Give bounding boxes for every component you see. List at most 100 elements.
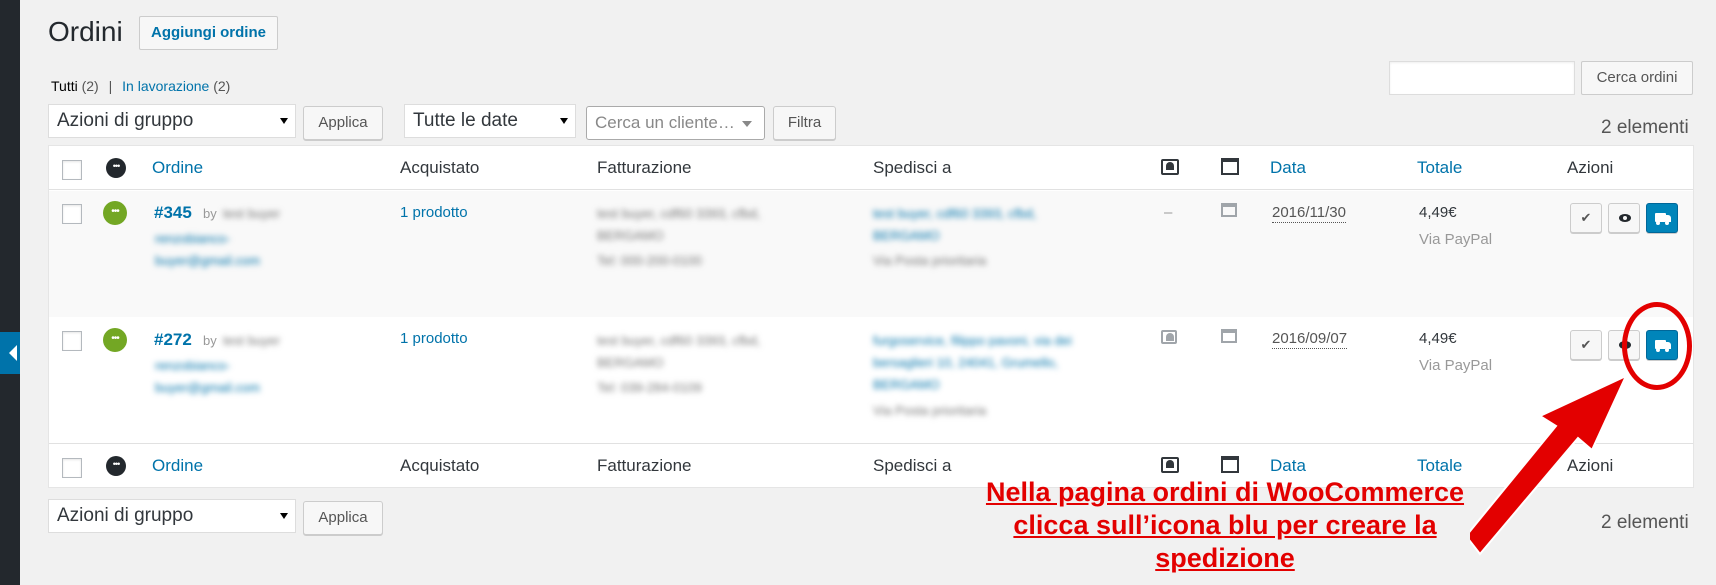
table-header: Ordine Acquistato Fatturazione Spedisci … [49,146,1693,190]
filter-processing-count: (2) [213,78,231,94]
column-billing: Fatturazione [597,158,692,177]
customer-notes-icon [1161,457,1179,473]
chevron-down-icon [742,121,752,127]
order-customer-name: test buyer [223,333,281,348]
column-purchased: Acquistato [400,158,480,177]
order-notes-icon [1221,158,1239,175]
order-date: 2016/11/30 [1272,204,1346,223]
red-arrow-icon [1470,373,1629,556]
filter-processing[interactable]: In lavorazione [122,78,209,94]
filter-all[interactable]: Tutti [51,78,78,94]
items-count-top: 2 elementi [1601,117,1689,138]
row-checkbox[interactable] [62,204,82,224]
bulk-actions-select-bottom[interactable]: Azioni di gruppo [48,499,296,533]
column-ship-to: Spedisci a [873,158,952,177]
purchased-link[interactable]: 1 prodotto [400,204,468,221]
date-filter-select[interactable]: Tutte le date [404,104,576,138]
filter-button[interactable]: Filtra [773,106,836,140]
annotation-line-2: clicca sull’icona blu per creare la [1013,510,1437,540]
select-all-checkbox-bottom[interactable] [62,458,82,478]
billing-address: test buyer, cdf60 3393, cfbd, [597,206,761,221]
view-button[interactable] [1608,203,1640,233]
order-number-link[interactable]: #272 [154,330,192,350]
purchased-link[interactable]: 1 prodotto [400,330,468,347]
add-order-button[interactable]: Aggiungi ordine [139,16,278,50]
orders-table: Ordine Acquistato Fatturazione Spedisci … [48,145,1694,488]
shipping-method: Via Posta prioritaria [873,253,987,268]
order-customer-email[interactable]: renzobianco- [155,358,230,373]
customer-notes-empty: – [1164,204,1173,221]
annotation-line-1: Nella pagina ordini di WooCommerce [985,477,1465,507]
collapse-menu-button[interactable] [0,332,20,374]
payment-method: Via PayPal [1419,231,1493,248]
check-icon: ✔ [1580,337,1592,352]
more-dots-icon [106,456,126,476]
create-shipment-button[interactable] [1646,203,1678,233]
billing-city: BERGAMO [597,228,664,243]
order-by-label: by [203,333,217,348]
customer-search-placeholder: Cerca un cliente… [595,113,735,132]
search-orders-input[interactable] [1389,61,1575,95]
processing-status-icon [103,201,127,225]
column-actions: Azioni [1567,158,1614,177]
column-date[interactable]: Data [1270,456,1306,476]
order-notes-icon [1221,203,1237,217]
bulk-actions-value: Azioni di gruppo [57,110,194,131]
shipping-province[interactable]: BERGAMO [873,377,939,392]
order-customer-email[interactable]: renzobianco- [155,231,230,246]
check-icon: ✔ [1580,210,1592,225]
order-by-label: by [203,206,217,221]
order-customer-email-2[interactable]: buyer@gmail.com [155,380,260,395]
chevron-down-icon [560,118,568,124]
shipping-city[interactable]: BERGAMO [873,228,939,243]
apply-button-bottom[interactable]: Applica [303,501,383,535]
more-dots-icon [106,158,126,178]
order-total: 4,49€ [1419,330,1457,347]
complete-button[interactable]: ✔ [1570,330,1602,360]
column-total[interactable]: Totale [1417,456,1462,476]
bulk-actions-select-top[interactable]: Azioni di gruppo [48,104,296,138]
filter-all-count: (2) [81,78,99,94]
shipping-address[interactable]: test buyer, cdf60 3393, cfbd, [873,206,1036,221]
column-ship-to: Spedisci a [873,456,952,475]
select-all-checkbox[interactable] [62,160,82,180]
date-filter-value: Tutte le date [413,110,518,131]
apply-button-top[interactable]: Applica [303,106,383,140]
chevron-down-icon [280,513,288,519]
order-date: 2016/09/07 [1272,330,1348,349]
eye-icon [1619,214,1631,222]
billing-city: BERGAMO [597,355,664,370]
chevron-down-icon [280,118,288,124]
column-total[interactable]: Totale [1417,158,1462,178]
shipping-address[interactable]: furgoservice, filippo pavoni, via dei [873,333,1072,348]
bulk-actions-value: Azioni di gruppo [57,505,194,526]
billing-address: test buyer, cdf60 3393, cfbd, [597,333,761,348]
order-number-link[interactable]: #345 [154,203,192,223]
table-row: #272 by test buyer renzobianco- buyer@gm… [49,317,1693,443]
column-order[interactable]: Ordine [152,158,203,178]
complete-button[interactable]: ✔ [1570,203,1602,233]
truck-icon [1655,213,1671,225]
column-purchased: Acquistato [400,456,480,475]
shipping-method: Via Posta prioritaria [873,403,987,418]
status-filters: Tutti (2) | In lavorazione (2) [51,78,230,94]
annotation-line-3: spedizione [1155,543,1295,573]
shipping-city[interactable]: bersaglieri 10, 24041, Grumello, [873,355,1058,370]
billing-phone: Tel: 039-284-0109 [597,380,702,395]
processing-status-icon [103,328,127,352]
page-title: Ordini [48,16,123,47]
customer-search-select[interactable]: Cerca un cliente… [586,106,765,140]
column-order[interactable]: Ordine [152,456,203,476]
admin-sidebar [0,0,20,585]
row-checkbox[interactable] [62,331,82,351]
order-customer-name: test buyer [223,206,281,221]
order-customer-email-2[interactable]: buyer@gmail.com [155,253,260,268]
customer-notes-icon [1161,330,1177,344]
billing-phone: Tel: 000-200-0100 [597,253,702,268]
order-total: 4,49€ [1419,204,1457,221]
annotation-caption: Nella pagina ordini di WooCommerce clicc… [960,476,1490,575]
order-notes-icon [1221,456,1239,473]
column-date[interactable]: Data [1270,158,1306,178]
search-orders-button[interactable]: Cerca ordini [1581,61,1693,95]
table-row: #345 by test buyer renzobianco- buyer@gm… [49,191,1693,317]
